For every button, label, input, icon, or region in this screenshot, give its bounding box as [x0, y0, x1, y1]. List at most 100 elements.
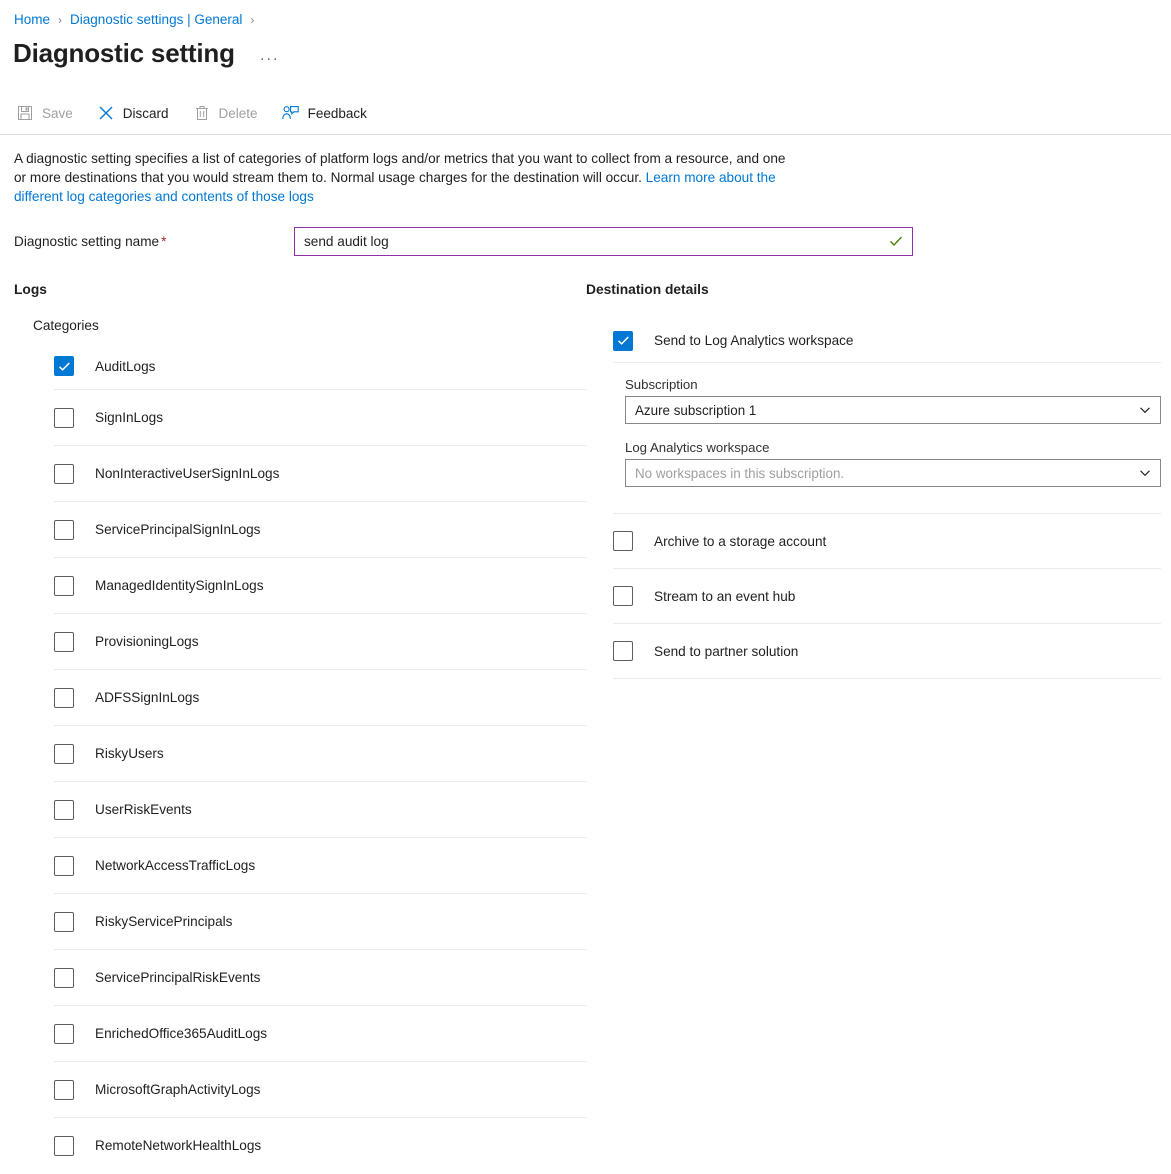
destination-option-row[interactable]: Archive to a storage account — [613, 514, 1161, 569]
page-title: Diagnostic setting — [13, 37, 235, 68]
diagnostic-setting-name-row: Diagnostic setting name * — [0, 226, 1171, 256]
checkbox-riskyserviceprincipals[interactable] — [54, 911, 74, 932]
log-category-row[interactable]: MicrosoftGraphActivityLogs — [54, 1061, 587, 1117]
log-category-label: ProvisioningLogs — [95, 634, 199, 649]
checkbox-microsoftgraphactivitylogs[interactable] — [54, 1079, 74, 1100]
checkbox-adfssigninlogs[interactable] — [54, 687, 74, 708]
destination-option-label: Stream to an event hub — [654, 588, 796, 604]
log-category-label: ServicePrincipalSignInLogs — [95, 522, 261, 537]
required-marker: * — [161, 233, 167, 249]
discard-button[interactable]: Discard — [97, 98, 179, 128]
checkbox-destination-option-2[interactable] — [613, 641, 633, 661]
destination-option-label: Send to partner solution — [654, 643, 799, 659]
logs-section-title: Logs — [14, 282, 47, 297]
log-category-row[interactable]: AuditLogs — [54, 343, 587, 389]
feedback-button-label: Feedback — [307, 105, 367, 121]
checkbox-managedidentitysigninlogs[interactable] — [54, 575, 74, 596]
workspace-dropdown[interactable]: No workspaces in this subscription. — [625, 459, 1161, 487]
destination-option-row[interactable]: Send to partner solution — [613, 624, 1161, 679]
destination-options: Send to Log Analytics workspace Subscrip… — [613, 319, 1161, 679]
log-categories-list: AuditLogs SignInLogs NonInteractiveUserSig… — [54, 343, 587, 1173]
checkbox-send-to-log-analytics[interactable] — [613, 330, 633, 351]
checkbox-userriskevents[interactable] — [54, 799, 74, 820]
command-bar: Save Discard Delete Feedback — [0, 92, 1171, 134]
checkbox-provisioninglogs[interactable] — [54, 631, 74, 652]
log-category-row[interactable]: SignInLogs — [54, 389, 587, 445]
workspace-label: Log Analytics workspace — [625, 440, 770, 455]
page-title-row: Diagnostic setting ··· — [0, 30, 1171, 76]
log-category-row[interactable]: ADFSSignInLogs — [54, 669, 587, 725]
log-category-row[interactable]: RiskyServicePrincipals — [54, 893, 587, 949]
categories-subheading: Categories — [33, 318, 99, 333]
destination-section-title: Destination details — [586, 282, 709, 297]
log-category-label: ServicePrincipalRiskEvents — [95, 970, 261, 985]
discard-icon — [97, 104, 115, 122]
log-analytics-fields: Subscription Azure subscription 1 Log An… — [625, 363, 1161, 513]
log-category-row[interactable]: RemoteNetworkHealthLogs — [54, 1117, 587, 1173]
save-button[interactable]: Save — [16, 98, 83, 128]
checkbox-networkaccesstrafficlogs[interactable] — [54, 855, 74, 876]
diagnostic-setting-name-input[interactable] — [295, 227, 912, 255]
log-category-label: EnrichedOffice365AuditLogs — [95, 1026, 268, 1041]
log-category-row[interactable]: ServicePrincipalSignInLogs — [54, 501, 587, 557]
diagnostic-setting-name-label: Diagnostic setting name * — [14, 234, 294, 249]
more-options-icon[interactable]: ··· — [255, 48, 285, 69]
name-label-text: Diagnostic setting name — [14, 233, 160, 249]
destination-option-row[interactable]: Stream to an event hub — [613, 569, 1161, 624]
delete-button[interactable]: Delete — [193, 98, 268, 128]
checkbox-remotenetworkhealthlogs[interactable] — [54, 1135, 74, 1156]
delete-button-label: Delete — [218, 105, 258, 121]
checkbox-signinlogs[interactable] — [54, 407, 74, 428]
chevron-down-icon — [1139, 404, 1151, 416]
breadcrumb-item-diagnostic-settings[interactable]: Diagnostic settings | General — [70, 12, 242, 27]
dest-row-log-analytics[interactable]: Send to Log Analytics workspace — [613, 319, 1161, 363]
log-category-label: NetworkAccessTrafficLogs — [95, 858, 256, 873]
discard-button-label: Discard — [122, 105, 169, 121]
destination-panel: Destination details Send to Log Analytic… — [586, 282, 1161, 1173]
save-button-label: Save — [42, 105, 73, 121]
log-category-label: RemoteNetworkHealthLogs — [95, 1138, 262, 1153]
log-category-row[interactable]: UserRiskEvents — [54, 781, 587, 837]
subscription-dropdown[interactable]: Azure subscription 1 — [625, 396, 1161, 424]
subscription-label: Subscription — [625, 377, 698, 392]
log-category-label: RiskyServicePrincipals — [95, 914, 233, 929]
breadcrumb-separator-icon: › — [58, 12, 63, 27]
workspace-value: No workspaces in this subscription. — [635, 465, 845, 481]
diagnostic-setting-name-field[interactable] — [294, 226, 913, 256]
log-category-label: MicrosoftGraphActivityLogs — [95, 1082, 261, 1097]
checkbox-auditlogs[interactable] — [54, 356, 74, 376]
main-content: Logs Categories AuditLogs SignInLogs NonIn… — [0, 282, 1171, 1173]
log-category-row[interactable]: EnrichedOffice365AuditLogs — [54, 1005, 587, 1061]
checkbox-noninteractiveusersigninlogs[interactable] — [54, 463, 74, 484]
log-category-row[interactable]: ManagedIdentitySignInLogs — [54, 557, 587, 613]
log-category-label: SignInLogs — [95, 410, 164, 425]
log-category-label: ADFSSignInLogs — [95, 690, 200, 705]
logs-panel: Logs Categories AuditLogs SignInLogs NonIn… — [14, 282, 587, 1173]
log-category-label: NonInteractiveUserSignInLogs — [95, 466, 280, 481]
breadcrumb-item-home[interactable]: Home — [14, 12, 50, 27]
log-category-row[interactable]: ServicePrincipalRiskEvents — [54, 949, 587, 1005]
checkbox-serviceprincipalriskevents[interactable] — [54, 967, 74, 988]
description-text: A diagnostic setting specifies a list of… — [0, 135, 800, 206]
checkbox-destination-option-1[interactable] — [613, 586, 633, 606]
subscription-value: Azure subscription 1 — [635, 402, 757, 418]
log-category-row[interactable]: NonInteractiveUserSignInLogs — [54, 445, 587, 501]
checkbox-serviceprincipalsigninlogs[interactable] — [54, 519, 74, 540]
dest-label-log-analytics: Send to Log Analytics workspace — [654, 333, 854, 348]
log-category-label: ManagedIdentitySignInLogs — [95, 578, 264, 593]
delete-icon — [193, 104, 211, 122]
additional-destination-options: Archive to a storage account Stream to an… — [613, 513, 1161, 679]
log-category-row[interactable]: ProvisioningLogs — [54, 613, 587, 669]
breadcrumb-separator-icon: › — [250, 12, 255, 27]
log-category-row[interactable]: NetworkAccessTrafficLogs — [54, 837, 587, 893]
feedback-button[interactable]: Feedback — [282, 98, 377, 128]
log-category-label: UserRiskEvents — [95, 802, 192, 817]
feedback-icon — [282, 104, 300, 122]
checkbox-riskyusers[interactable] — [54, 743, 74, 764]
log-category-label: RiskyUsers — [95, 746, 164, 761]
checkbox-enrichedoffice365auditlogs[interactable] — [54, 1023, 74, 1044]
log-category-label: AuditLogs — [95, 358, 156, 374]
log-category-row[interactable]: RiskyUsers — [54, 725, 587, 781]
checkbox-destination-option-0[interactable] — [613, 531, 633, 551]
chevron-down-icon — [1139, 467, 1151, 479]
